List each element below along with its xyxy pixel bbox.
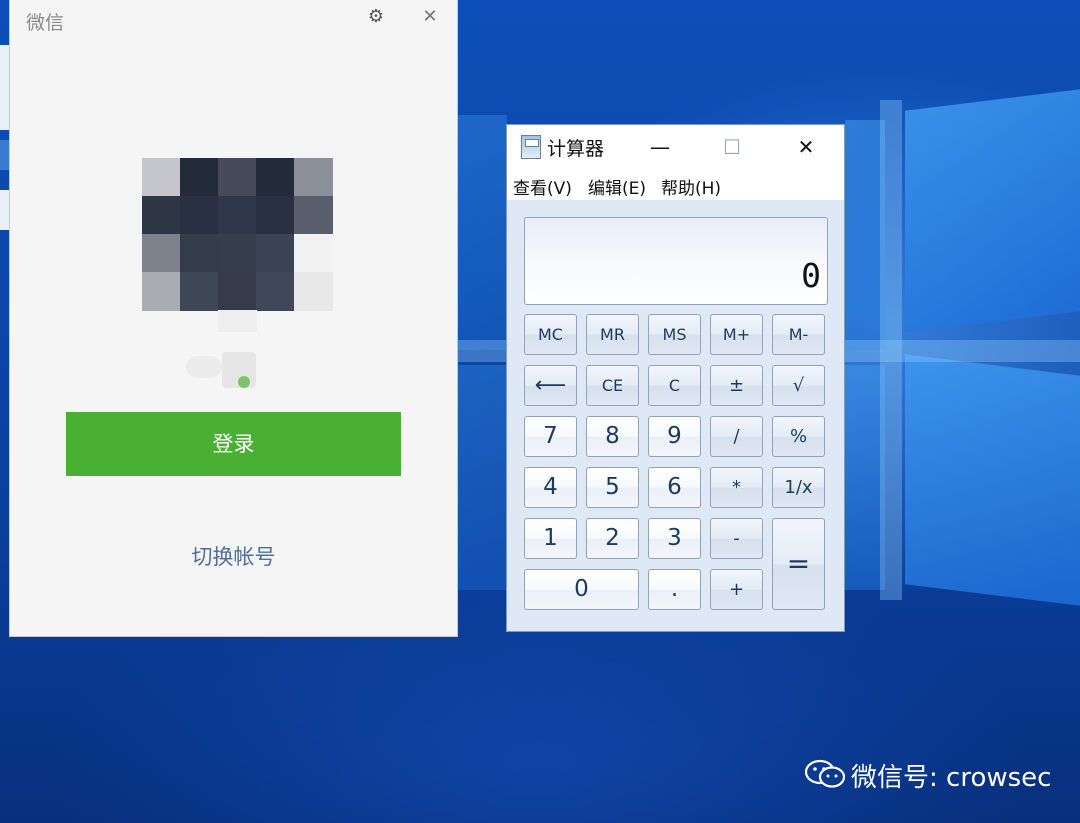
title-bar[interactable]: 计算器 — ☐ ✕	[507, 125, 844, 170]
reciprocal-button[interactable]: 1/x	[772, 467, 825, 508]
equals-button[interactable]: =	[772, 518, 825, 610]
decimal-button[interactable]: .	[648, 569, 701, 610]
desktop-icon-fragment[interactable]	[0, 140, 10, 170]
calculator-icon	[521, 135, 541, 159]
wechat-login-window: 微信 ⚙ ✕ 登录 切换帐号	[10, 0, 457, 636]
divide-button[interactable]: /	[710, 416, 763, 457]
digit-1-button[interactable]: 1	[524, 518, 577, 559]
ms-button[interactable]: MS	[648, 314, 701, 355]
desktop-icon-fragment[interactable]	[0, 45, 10, 130]
digit-6-button[interactable]: 6	[648, 467, 701, 508]
digit-3-button[interactable]: 3	[648, 518, 701, 559]
wallpaper-pane	[905, 89, 1080, 333]
plus-minus-button[interactable]: ±	[710, 365, 763, 406]
wallpaper-pane	[905, 354, 1080, 606]
plus-button[interactable]: +	[710, 569, 763, 610]
backspace-button[interactable]: ⟵	[524, 365, 577, 406]
desktop-icon-fragment[interactable]	[0, 190, 10, 230]
digit-7-button[interactable]: 7	[524, 416, 577, 457]
percent-button[interactable]: %	[772, 416, 825, 457]
wechat-logo-icon	[805, 759, 846, 788]
sqrt-button[interactable]: √	[772, 365, 825, 406]
menu-edit[interactable]: 编辑(E)	[588, 174, 646, 199]
close-icon[interactable]: ✕	[419, 6, 441, 28]
multiply-button[interactable]: *	[710, 467, 763, 508]
wallpaper-pane	[457, 115, 507, 350]
window-title: 微信	[26, 12, 65, 34]
clear-button[interactable]: C	[648, 365, 701, 406]
watermark-text: 微信号: crowsec	[851, 763, 1052, 793]
digit-0-button[interactable]: 0	[524, 569, 639, 610]
close-button[interactable]: ✕	[783, 130, 829, 164]
calculator-display: 0	[524, 217, 828, 305]
m-plus-button[interactable]: M+	[710, 314, 763, 355]
window-title: 计算器	[547, 138, 605, 160]
menu-view[interactable]: 查看(V)	[513, 174, 572, 199]
wallpaper-pane	[845, 120, 885, 350]
ce-button[interactable]: CE	[586, 365, 639, 406]
wallpaper-light-beam	[880, 100, 902, 600]
avatar-fragment	[186, 352, 256, 388]
maximize-button[interactable]: ☐	[709, 130, 755, 164]
switch-account-link[interactable]: 切换帐号	[66, 541, 401, 571]
mr-button[interactable]: MR	[586, 314, 639, 355]
digit-8-button[interactable]: 8	[586, 416, 639, 457]
gear-icon[interactable]: ⚙	[365, 6, 387, 28]
digit-5-button[interactable]: 5	[586, 467, 639, 508]
login-button[interactable]: 登录	[66, 412, 401, 476]
m-minus-button[interactable]: M-	[772, 314, 825, 355]
digit-9-button[interactable]: 9	[648, 416, 701, 457]
minimize-button[interactable]: —	[637, 130, 683, 164]
menu-bar: 查看(V) 编辑(E) 帮助(H)	[507, 170, 844, 200]
minus-button[interactable]: -	[710, 518, 763, 559]
wallpaper-pane	[457, 365, 507, 590]
wallpaper-pane	[845, 365, 885, 590]
calculator-window: 计算器 — ☐ ✕ 查看(V) 编辑(E) 帮助(H) 0 MC MR MS M…	[507, 125, 844, 631]
avatar	[142, 158, 334, 333]
display-value: 0	[801, 256, 821, 295]
digit-2-button[interactable]: 2	[586, 518, 639, 559]
digit-4-button[interactable]: 4	[524, 467, 577, 508]
menu-help[interactable]: 帮助(H)	[661, 174, 721, 199]
mc-button[interactable]: MC	[524, 314, 577, 355]
